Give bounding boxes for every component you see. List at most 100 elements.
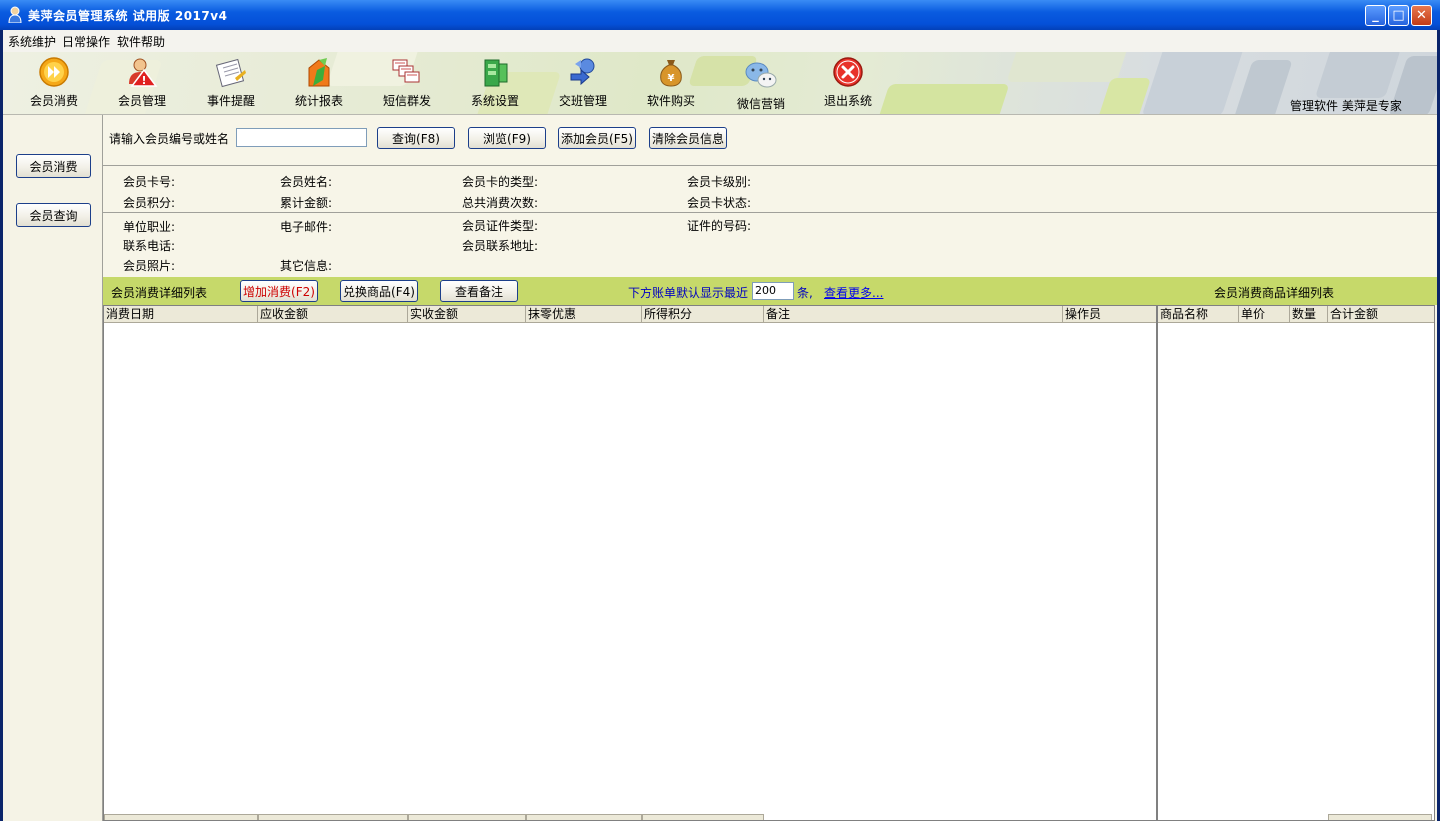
job-label: 单位职业: xyxy=(123,220,176,234)
column-header[interactable]: 应收金额 xyxy=(258,306,408,322)
toolbar-reminder-button[interactable]: 事件提醒 xyxy=(191,52,271,114)
toolbar-label: 会员消费 xyxy=(29,94,78,108)
query-button[interactable]: 查询(F8) xyxy=(377,127,455,149)
toolbar-label: 会员管理 xyxy=(117,94,166,108)
close-button[interactable]: ✕ xyxy=(1411,5,1432,26)
right-panel: 请输入会员编号或姓名 查询(F8) 浏览(F9) 添加会员(F5) 清除会员信息… xyxy=(103,115,1437,821)
exchange-goods-button[interactable]: 兑换商品(F4) xyxy=(340,280,418,302)
recent-count-input[interactable]: 200 xyxy=(752,282,794,300)
toolbar-report-button[interactable]: 统计报表 xyxy=(279,52,359,114)
toolbar-label: 退出系统 xyxy=(823,94,872,108)
toolbar-decoration xyxy=(1233,60,1293,114)
toolbar-member-manage-button[interactable]: ! 会员管理 xyxy=(102,52,182,114)
name-label: 会员姓名: xyxy=(280,175,333,189)
title-bar: 美萍会员管理系统 试用版 2017v4 _ □ ✕ xyxy=(0,0,1440,30)
main-area: 会员消费 会员查询 请输入会员编号或姓名 查询(F8) 浏览(F9) 添加会员(… xyxy=(3,114,1437,821)
toolbar-decoration xyxy=(1141,52,1245,114)
minimize-button[interactable]: _ xyxy=(1365,5,1386,26)
sidebar-query-button[interactable]: 会员查询 xyxy=(16,203,91,227)
column-header[interactable]: 抹零优惠 xyxy=(526,306,642,322)
add-consume-button[interactable]: 增加消费(F2) xyxy=(240,280,318,302)
left-panel: 会员消费 会员查询 xyxy=(3,115,103,821)
column-header[interactable]: 商品名称 xyxy=(1158,306,1239,322)
toolbar-settings-button[interactable]: 系统设置 xyxy=(455,52,535,114)
menu-daily-operation[interactable]: 日常操作 xyxy=(62,33,110,50)
settings-icon xyxy=(484,59,508,87)
total-count-label: 总共消费次数: xyxy=(462,196,539,210)
browse-button[interactable]: 浏览(F9) xyxy=(468,127,546,149)
add-member-button[interactable]: 添加会员(F5) xyxy=(558,127,636,149)
view-more-link[interactable]: 查看更多... xyxy=(824,284,883,301)
address-label: 会员联系地址: xyxy=(462,239,539,253)
goods-table-header: 商品名称 单价 数量 合计金额 xyxy=(1158,306,1434,323)
toolbar-label: 统计报表 xyxy=(294,94,343,108)
column-header[interactable]: 备注 xyxy=(764,306,1063,322)
phone-label: 联系电话: xyxy=(123,239,176,253)
exit-icon xyxy=(833,57,863,87)
search-bar: 请输入会员编号或姓名 查询(F8) 浏览(F9) 添加会员(F5) 清除会员信息 xyxy=(103,115,1437,166)
goods-table[interactable]: 商品名称 单价 数量 合计金额 xyxy=(1157,305,1435,821)
toolbar-shift-button[interactable]: 交班管理 xyxy=(543,52,623,114)
detail-toolbar: 会员消费详细列表 增加消费(F2) 兑换商品(F4) 查看备注 下方账单默认显示… xyxy=(103,277,1437,305)
maximize-icon: □ xyxy=(1392,8,1405,23)
sidebar-consume-button[interactable]: 会员消费 xyxy=(16,154,91,178)
toolbar-label: 交班管理 xyxy=(558,94,607,108)
toolbar-purchase-button[interactable]: ¥ 软件购买 xyxy=(631,52,711,114)
shift-icon xyxy=(570,58,595,86)
window-client: 系统维护 日常操作 软件帮助 会员消费 ! 会员管理 事件提醒 统计报表 短信群… xyxy=(3,30,1437,821)
toolbar-label: 软件购买 xyxy=(646,94,695,108)
toolbar-exit-button[interactable]: 退出系统 xyxy=(808,52,888,114)
toolbar-label: 短信群发 xyxy=(382,94,431,108)
toolbar-wechat-button[interactable]: 微信营销 xyxy=(721,55,801,114)
consume-icon xyxy=(39,57,69,87)
window-title: 美萍会员管理系统 试用版 2017v4 xyxy=(28,9,228,23)
purchase-icon: ¥ xyxy=(660,60,682,87)
detail-list-title: 会员消费详细列表 xyxy=(111,286,208,300)
points-label: 会员积分: xyxy=(123,196,176,210)
member-info-contact: 单位职业: 电子邮件: 会员证件类型: 证件的号码: 联系电话: 会员联系地址:… xyxy=(103,213,1437,277)
recent-bills-suffix: 条, xyxy=(797,286,813,300)
card-no-label: 会员卡号: xyxy=(123,175,176,189)
member-info-basic: 会员卡号: 会员姓名: 会员卡的类型: 会员卡级别: 会员积分: 累计金额: 总… xyxy=(103,166,1437,213)
total-amount-label: 累计金额: xyxy=(280,196,333,210)
column-header[interactable]: 消费日期 xyxy=(104,306,258,322)
menu-system-maintenance[interactable]: 系统维护 xyxy=(8,33,56,50)
column-header[interactable]: 操作员 xyxy=(1063,306,1156,322)
report-icon xyxy=(308,58,330,87)
sms-icon xyxy=(392,59,420,83)
photo-label: 会员照片: xyxy=(123,259,176,273)
id-type-label: 会员证件类型: xyxy=(462,219,539,233)
column-header[interactable]: 数量 xyxy=(1290,306,1328,322)
column-header[interactable]: 合计金额 xyxy=(1328,306,1434,322)
menu-software-help[interactable]: 软件帮助 xyxy=(117,33,165,50)
other-info-label: 其它信息: xyxy=(280,259,333,273)
toolbar-decoration xyxy=(1314,52,1402,98)
member-search-input[interactable] xyxy=(236,128,367,147)
clear-member-info-button[interactable]: 清除会员信息 xyxy=(649,127,727,149)
card-level-label: 会员卡级别: xyxy=(687,175,752,189)
app-user-icon xyxy=(8,6,22,23)
wechat-icon xyxy=(745,62,777,88)
minimize-icon: _ xyxy=(1372,8,1379,23)
toolbar-label: 系统设置 xyxy=(470,94,519,108)
toolbar-consume-button[interactable]: 会员消费 xyxy=(14,52,94,114)
member-manage-icon: ! xyxy=(129,58,158,87)
toolbar-decoration xyxy=(1094,78,1152,114)
column-header[interactable]: 单价 xyxy=(1239,306,1290,322)
menu-bar: 系统维护 日常操作 软件帮助 xyxy=(3,30,1437,52)
id-no-label: 证件的号码: xyxy=(687,219,752,233)
toolbar-sms-button[interactable]: 短信群发 xyxy=(367,52,447,114)
toolbar-decoration xyxy=(1006,52,1130,82)
card-status-label: 会员卡状态: xyxy=(687,196,752,210)
maximize-button[interactable]: □ xyxy=(1388,5,1409,26)
consume-table[interactable]: 消费日期 应收金额 实收金额 抹零优惠 所得积分 备注 操作员 xyxy=(103,305,1157,821)
svg-text:¥: ¥ xyxy=(668,73,675,84)
toolbar-label: 事件提醒 xyxy=(206,94,255,108)
column-header[interactable]: 所得积分 xyxy=(642,306,764,322)
search-label: 请输入会员编号或姓名 xyxy=(109,132,230,146)
view-remark-button[interactable]: 查看备注 xyxy=(440,280,518,302)
consume-table-header: 消费日期 应收金额 实收金额 抹零优惠 所得积分 备注 操作员 xyxy=(104,306,1156,323)
toolbar-label: 微信营销 xyxy=(736,97,785,111)
column-header[interactable]: 实收金额 xyxy=(408,306,526,322)
toolbar-slogan: 管理软件 美萍是专家 xyxy=(1290,99,1402,113)
